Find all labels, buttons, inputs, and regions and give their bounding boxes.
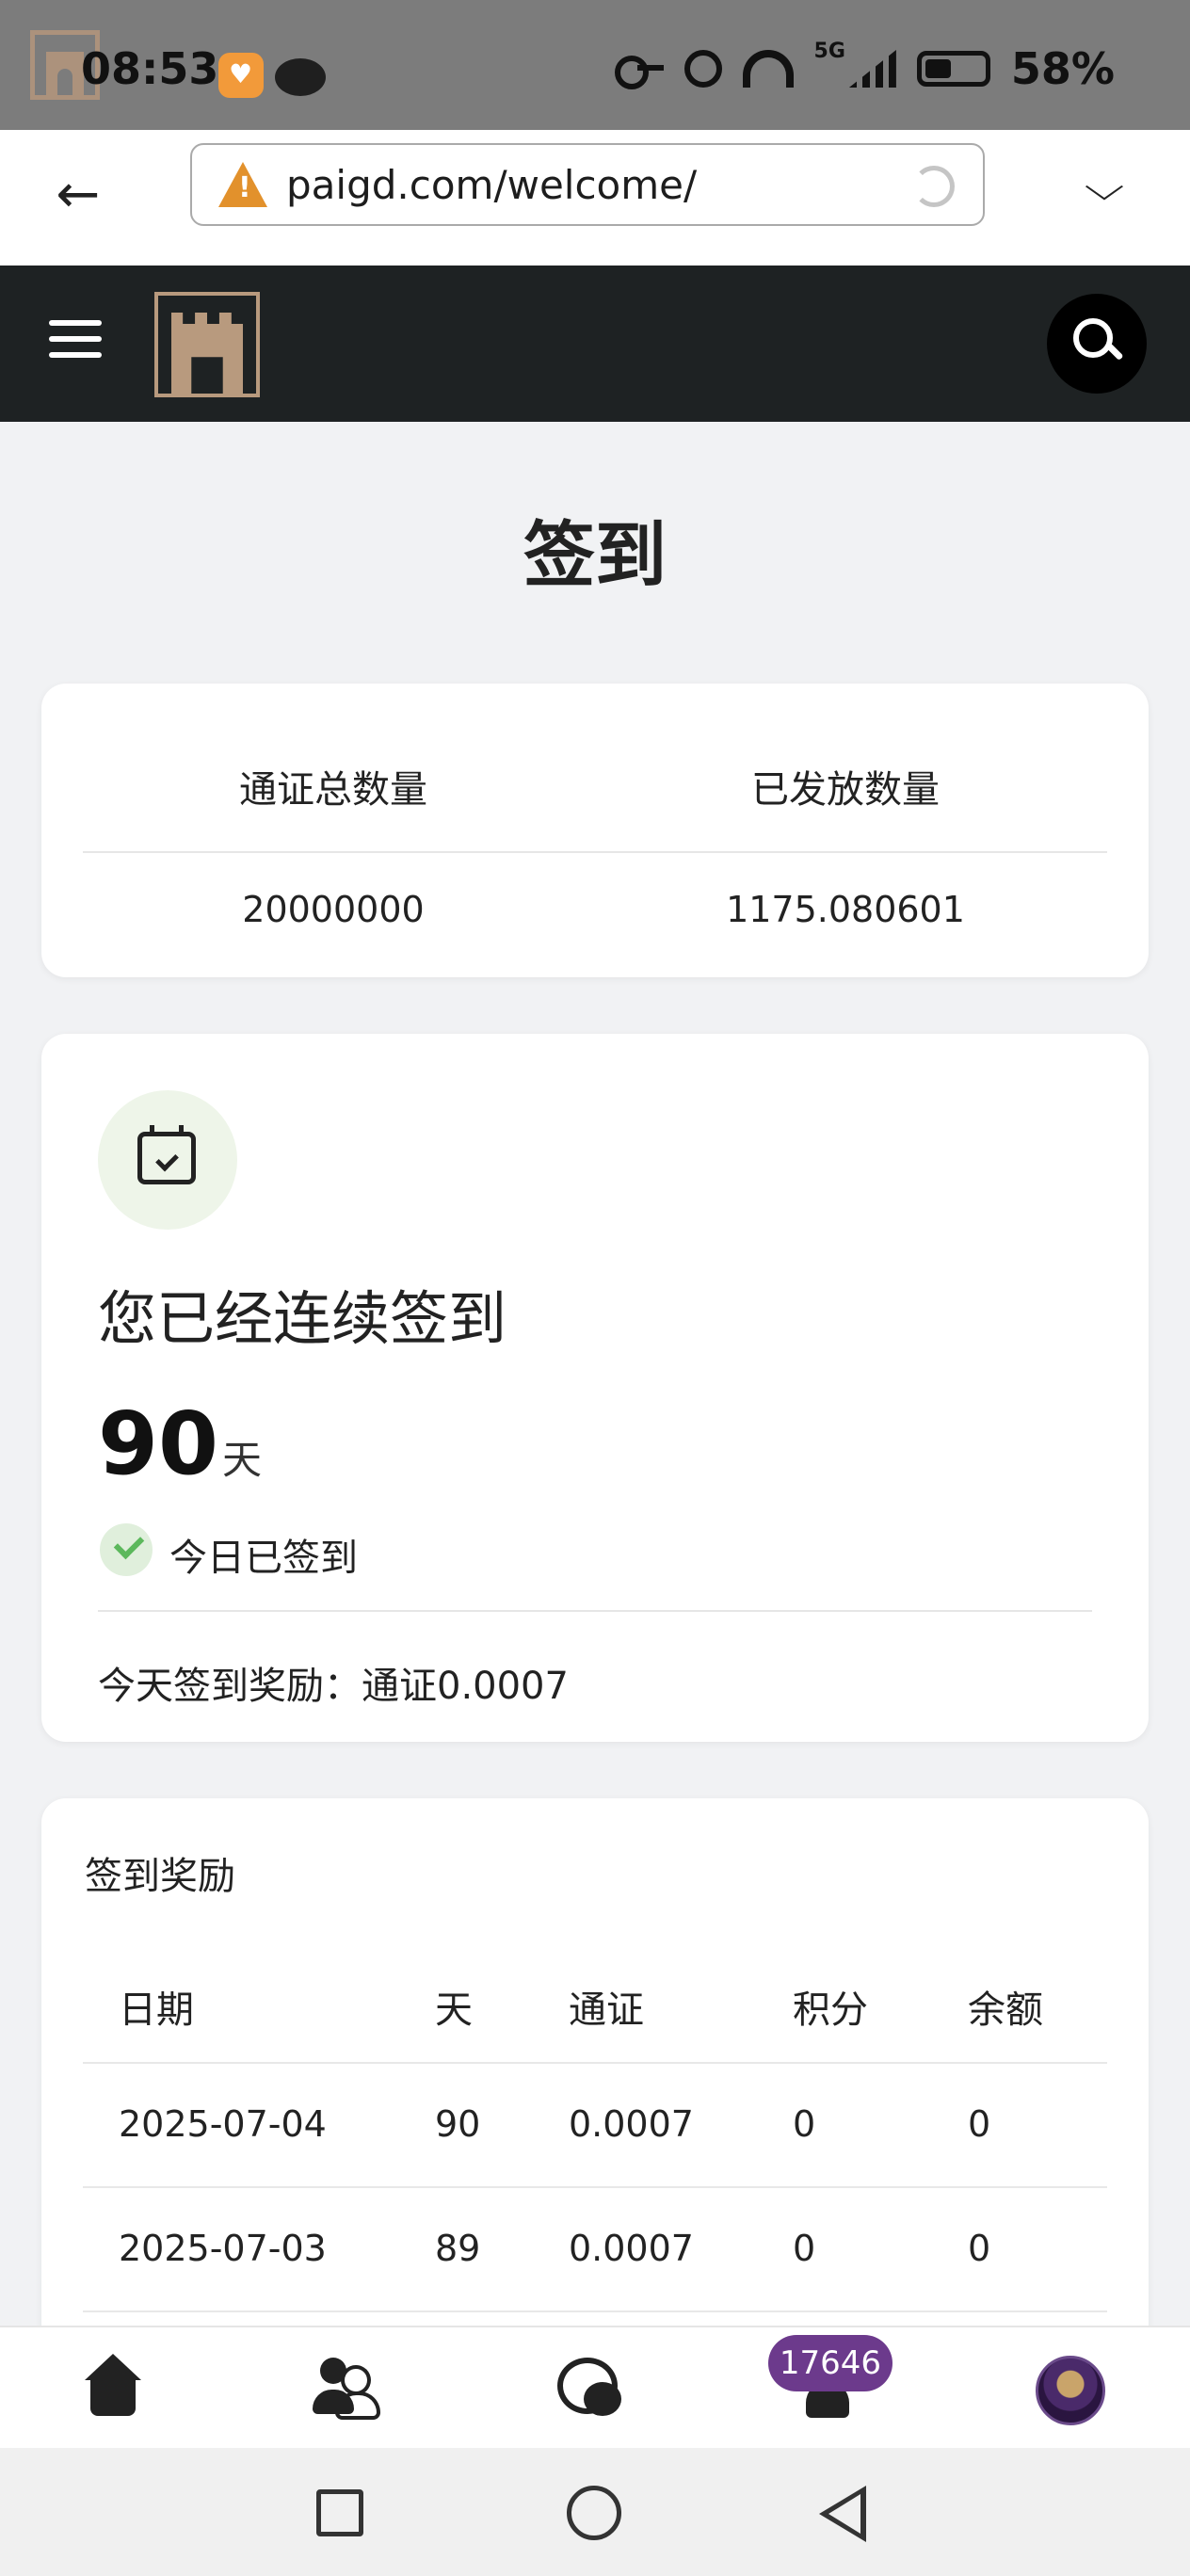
issued-tokens-label: 已发放数量 <box>751 768 940 812</box>
rewards-table-title: 签到奖励 <box>85 1855 235 1898</box>
notification-app-icon <box>218 53 264 98</box>
system-nav-bar <box>0 2448 1190 2576</box>
total-tokens-label: 通证总数量 <box>239 768 427 812</box>
streak-days: 90 <box>98 1393 219 1494</box>
header-token: 通证 <box>569 1988 644 2032</box>
header-date: 日期 <box>119 1988 194 2032</box>
warning-icon[interactable] <box>218 162 267 207</box>
total-tokens-value: 20000000 <box>242 889 425 930</box>
streak-counter: 90 天 <box>98 1401 262 1488</box>
cell-date: 2025-07-04 <box>119 2103 327 2145</box>
chevron-down-icon[interactable]: ⌵ <box>1071 164 1137 211</box>
avatar[interactable] <box>1036 2356 1105 2425</box>
status-indicators: 5G 58% <box>614 40 1115 94</box>
back-arrow-icon[interactable]: ← <box>45 162 111 228</box>
site-header <box>0 266 1190 422</box>
rewards-table: 日期 天 通证 积分 余额 2025-07-04 90 0.0007 0 0 2… <box>83 1940 1107 2312</box>
cell-token: 0.0007 <box>569 2103 694 2145</box>
recent-apps-icon[interactable] <box>316 2489 363 2536</box>
reload-icon[interactable] <box>913 166 955 207</box>
home-icon[interactable] <box>77 2354 149 2425</box>
url-text[interactable]: paigd.com/welcome/ <box>286 162 697 208</box>
checkin-title: 您已经连续签到 <box>98 1284 507 1353</box>
token-stats-card: 通证总数量 已发放数量 20000000 1175.080601 <box>41 684 1149 977</box>
cell-balance: 0 <box>968 2103 991 2145</box>
status-bar: 08:53 5G 58% <box>0 0 1190 130</box>
header-balance: 余额 <box>968 1988 1043 2032</box>
back-triangle-icon[interactable] <box>819 2486 866 2542</box>
header-points: 积分 <box>793 1988 868 2032</box>
table-row: 2025-07-03 89 0.0007 0 0 <box>83 2188 1107 2312</box>
wifi-icon <box>742 50 794 88</box>
today-reward: 今天签到奖励：通证0.0007 <box>98 1665 569 1708</box>
battery-percent: 58% <box>1010 43 1115 94</box>
cell-day: 89 <box>435 2228 481 2269</box>
signal-icon <box>848 50 896 88</box>
header-day: 天 <box>435 1988 473 2032</box>
search-button[interactable] <box>1047 294 1147 394</box>
vpn-key-icon <box>614 56 664 89</box>
alarm-icon <box>683 50 722 88</box>
chat-icon[interactable] <box>555 2354 627 2425</box>
cell-day: 90 <box>435 2103 481 2145</box>
browser-address-bar: ← paigd.com/welcome/ ⌵ <box>0 130 1190 266</box>
cell-points: 0 <box>793 2228 816 2269</box>
site-logo[interactable] <box>154 292 260 397</box>
home-button-icon[interactable] <box>567 2486 621 2540</box>
users-icon[interactable] <box>309 2354 380 2425</box>
menu-icon[interactable] <box>49 320 102 363</box>
network-type: 5G <box>813 40 845 63</box>
checkin-status: 今日已签到 <box>169 1537 358 1580</box>
wechat-icon <box>275 58 326 96</box>
cell-points: 0 <box>793 2103 816 2145</box>
notification-badge[interactable]: 17646 <box>768 2335 892 2391</box>
bottom-nav <box>0 2326 1190 2448</box>
cell-date: 2025-07-03 <box>119 2228 327 2269</box>
battery-icon <box>916 51 990 87</box>
issued-tokens-value: 1175.080601 <box>726 889 965 930</box>
table-header-row: 日期 天 通证 积分 余额 <box>83 1940 1107 2064</box>
cell-balance: 0 <box>968 2228 991 2269</box>
url-field[interactable]: paigd.com/welcome/ <box>190 143 985 226</box>
check-icon <box>100 1523 153 1576</box>
divider <box>83 851 1107 853</box>
checkin-card: 您已经连续签到 90 天 今日已签到 今天签到奖励：通证0.0007 <box>41 1034 1149 1742</box>
calendar-check-icon <box>98 1090 237 1230</box>
status-time: 08:53 <box>81 43 219 94</box>
streak-unit: 天 <box>222 1437 263 1483</box>
divider <box>98 1610 1092 1612</box>
cell-token: 0.0007 <box>569 2228 694 2269</box>
table-row: 2025-07-04 90 0.0007 0 0 <box>83 2064 1107 2188</box>
page-title: 签到 <box>523 513 667 597</box>
